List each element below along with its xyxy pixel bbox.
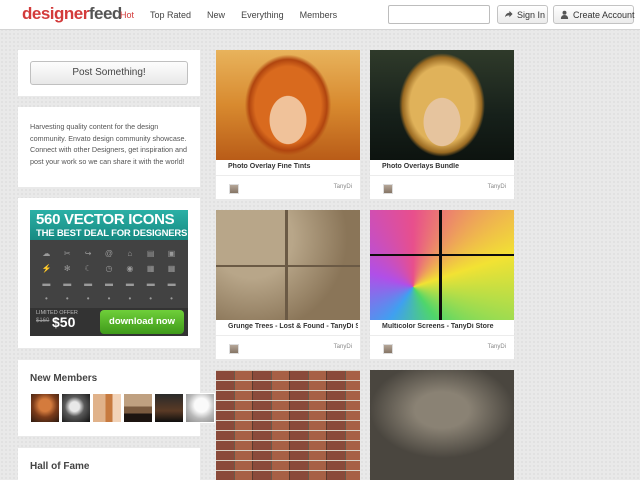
tools-icon: ✂ bbox=[63, 249, 71, 258]
member-avatar[interactable] bbox=[30, 393, 60, 423]
nav-members[interactable]: Members bbox=[292, 0, 346, 30]
card-thumbnail[interactable] bbox=[216, 50, 360, 160]
author-avatar[interactable] bbox=[383, 184, 393, 194]
member-avatar[interactable] bbox=[61, 393, 91, 423]
nav-new[interactable]: New bbox=[199, 0, 233, 30]
create-account-button[interactable]: Create Account bbox=[553, 5, 635, 24]
author-avatar[interactable] bbox=[229, 184, 239, 194]
android-icon: ▦ bbox=[146, 264, 155, 273]
ad-header: 560 VECTOR ICONS THE BEST DEAL FOR DESIG… bbox=[30, 210, 188, 240]
pill-icon: ▬ bbox=[146, 279, 155, 288]
dot-icon: • bbox=[149, 294, 153, 303]
card-author[interactable]: TanyDi bbox=[488, 184, 506, 190]
dot-icon: • bbox=[170, 294, 173, 303]
feed-card: Grunge Trees - Lost & Found - TanyDi Sto… bbox=[216, 210, 360, 359]
post-something-button[interactable]: Post Something! bbox=[30, 61, 188, 85]
feed-card: Photo Overlays Bundle TanyDi bbox=[370, 50, 514, 199]
clock-icon: ◷ bbox=[105, 264, 113, 273]
home-icon: ⌂ bbox=[127, 249, 133, 258]
ad-new-price: $50 bbox=[52, 314, 76, 330]
card-footer: TanyDi bbox=[216, 175, 360, 199]
feed-card: Photo Overlay Fine Tints TanyDi bbox=[216, 50, 360, 199]
card-title[interactable]: Photo Overlays Bundle bbox=[382, 163, 512, 170]
ad-subheadline: THE BEST DEAL FOR DESIGNERS bbox=[36, 228, 188, 239]
main-nav: Hot Top Rated New Everything Members bbox=[112, 0, 345, 30]
dot-icon: • bbox=[86, 294, 90, 303]
card-footer: TanyDi bbox=[216, 335, 360, 359]
trash-icon: ▤ bbox=[146, 249, 155, 258]
author-avatar[interactable] bbox=[383, 344, 393, 354]
pill-icon: ▬ bbox=[63, 279, 72, 288]
member-avatar[interactable] bbox=[123, 393, 153, 423]
member-avatar[interactable] bbox=[92, 393, 122, 423]
sign-in-label: Sign In bbox=[517, 9, 546, 20]
dot-icon: • bbox=[107, 294, 111, 303]
user-icon bbox=[560, 10, 569, 19]
feed-card bbox=[216, 370, 360, 480]
ad-price-bar: LIMITED OFFER $160 $50 download now bbox=[30, 308, 188, 336]
card-footer: TanyDi bbox=[370, 335, 514, 359]
card-thumbnail[interactable] bbox=[216, 370, 360, 480]
about-panel: Harvesting quality content for the desig… bbox=[18, 107, 200, 187]
nav-top-rated[interactable]: Top Rated bbox=[142, 0, 199, 30]
members-row bbox=[30, 393, 215, 423]
android-alt-icon: ▦ bbox=[167, 264, 176, 273]
pill-icon: ▬ bbox=[42, 279, 51, 288]
hall-of-fame-panel: Hall of Fame bbox=[18, 448, 200, 480]
about-text: Harvesting quality content for the desig… bbox=[30, 122, 188, 166]
ad-icon-grid: ☁ ✂ ↪ @ ⌂ ▤ ▣ ⚡ ✻ ☾ ◷ ◉ ▦ ▦ ▬ ▬ ▬ ▬ ▬ ▬ … bbox=[36, 246, 182, 306]
ad-panel: 560 VECTOR ICONS THE BEST DEAL FOR DESIG… bbox=[18, 198, 200, 348]
pill-icon: ▬ bbox=[125, 279, 134, 288]
post-panel: Post Something! bbox=[18, 50, 200, 96]
dot-icon: • bbox=[65, 294, 69, 303]
nav-everything[interactable]: Everything bbox=[233, 0, 292, 30]
new-members-panel: New Members bbox=[18, 360, 215, 436]
signin-arrow-icon bbox=[504, 10, 513, 18]
create-account-label: Create Account bbox=[573, 9, 635, 20]
signal-icon: ◉ bbox=[126, 264, 134, 273]
dot-icon: • bbox=[128, 294, 132, 303]
snowflake-icon: ✻ bbox=[63, 264, 71, 273]
card-title[interactable]: Photo Overlay Fine Tints bbox=[228, 163, 358, 170]
ad-headline: 560 VECTOR ICONS bbox=[36, 211, 175, 228]
moon-icon: ☾ bbox=[84, 264, 92, 273]
card-footer: TanyDi bbox=[370, 175, 514, 199]
dot-icon: • bbox=[45, 294, 48, 303]
ad-old-price: $160 bbox=[36, 318, 50, 324]
nav-hot[interactable]: Hot bbox=[112, 0, 142, 30]
share-icon: ↪ bbox=[84, 249, 92, 258]
ad-download-button[interactable]: download now bbox=[100, 310, 184, 334]
logo-part-designer: designer bbox=[22, 4, 89, 23]
member-avatar[interactable] bbox=[154, 393, 184, 423]
pill-icon: ▬ bbox=[84, 279, 93, 288]
card-author[interactable]: TanyDi bbox=[334, 344, 352, 350]
card-title[interactable]: Grunge Trees - Lost & Found - TanyDi Sto… bbox=[228, 323, 358, 330]
member-avatar[interactable] bbox=[185, 393, 215, 423]
card-thumbnail[interactable] bbox=[370, 370, 514, 480]
top-bar: designerfeed Hot Top Rated New Everythin… bbox=[0, 0, 640, 30]
at-icon: @ bbox=[104, 249, 114, 258]
cloud-icon: ☁ bbox=[42, 249, 51, 258]
sign-in-button[interactable]: Sign In bbox=[497, 5, 548, 24]
card-thumbnail[interactable] bbox=[370, 210, 514, 320]
feed-card: Multicolor Screens - TanyDi Store TanyDi bbox=[370, 210, 514, 359]
new-members-title: New Members bbox=[30, 373, 98, 384]
hall-of-fame-title: Hall of Fame bbox=[30, 461, 90, 472]
card-thumbnail[interactable] bbox=[216, 210, 360, 320]
search-input[interactable] bbox=[388, 5, 490, 24]
bolt-icon: ⚡ bbox=[41, 264, 52, 273]
card-author[interactable]: TanyDi bbox=[488, 344, 506, 350]
card-title[interactable]: Multicolor Screens - TanyDi Store bbox=[382, 323, 512, 330]
feed-card bbox=[370, 370, 514, 480]
robot-icon: ▣ bbox=[167, 249, 176, 258]
site-logo[interactable]: designerfeed bbox=[22, 4, 122, 24]
pill-icon: ▬ bbox=[104, 279, 113, 288]
vector-icons-ad[interactable]: 560 VECTOR ICONS THE BEST DEAL FOR DESIG… bbox=[30, 210, 188, 336]
card-author[interactable]: TanyDi bbox=[334, 184, 352, 190]
pill-icon: ▬ bbox=[167, 279, 176, 288]
author-avatar[interactable] bbox=[229, 344, 239, 354]
card-thumbnail[interactable] bbox=[370, 50, 514, 160]
